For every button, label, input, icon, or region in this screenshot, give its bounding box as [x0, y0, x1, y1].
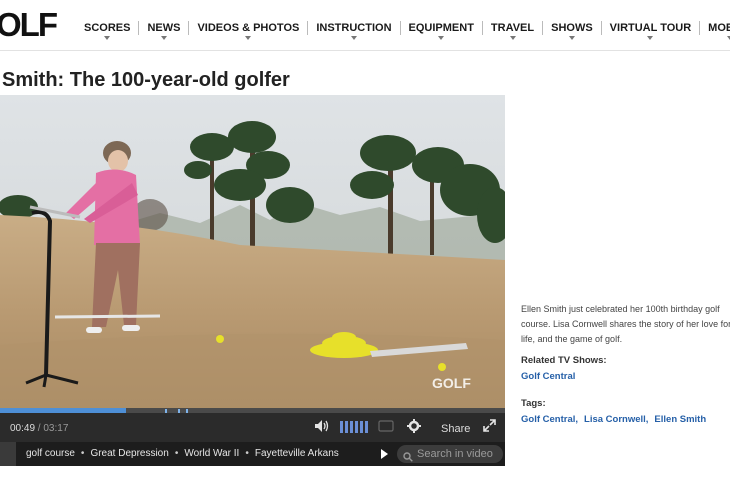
tag-link[interactable]: golf course — [26, 448, 75, 459]
progress-bar[interactable] — [0, 408, 505, 413]
caret-down-icon — [438, 36, 445, 40]
nav-shows[interactable]: SHOWS — [543, 22, 601, 40]
tag-list: golf course • Great Depression • World War I… — [26, 448, 366, 459]
page-title: Smith: The 100-year-old golfer — [2, 69, 290, 91]
video-search-area — [375, 442, 505, 466]
tag-link[interactable]: Ellen Smith — [654, 414, 706, 425]
share-button[interactable]: Share — [441, 423, 470, 435]
nav-videos-photos[interactable]: VIDEOS & PHOTOS — [189, 22, 307, 40]
caret-down-icon — [726, 36, 730, 40]
related-tv-shows-heading: Related TV Shows: — [521, 355, 607, 366]
nav-mobile[interactable]: MOBILE — [700, 22, 730, 40]
golf-logo[interactable]: OLF — [0, 6, 58, 44]
video-search-box — [397, 445, 503, 463]
nav-instruction[interactable]: INSTRUCTION — [308, 22, 399, 40]
nav-news[interactable]: NEWS — [139, 22, 188, 40]
video-controls: 00:49 / 03:17 Share — [0, 408, 505, 442]
nav-scores[interactable]: SCORES — [76, 22, 138, 40]
tags-heading: Tags: — [521, 398, 546, 409]
tag-link[interactable]: Golf Central, — [521, 414, 578, 425]
chapter-marker[interactable] — [165, 409, 167, 413]
related-show-link[interactable]: Golf Central — [521, 371, 575, 382]
video-player[interactable]: GOLF — [0, 95, 505, 408]
total-time: 03:17 — [43, 423, 69, 434]
video-tag-strip: golf course • Great Depression • World War I… — [0, 442, 505, 466]
nav-label: TRAVEL — [490, 22, 535, 34]
caret-down-icon — [104, 36, 111, 40]
bullet-icon: • — [80, 448, 85, 459]
caret-down-icon — [245, 36, 252, 40]
nav-label: INSTRUCTION — [316, 22, 392, 34]
scroll-left-button[interactable] — [0, 442, 16, 466]
main-nav: SCORES NEWS VIDEOS & PHOTOS INSTRUCTION … — [76, 18, 730, 40]
search-icon — [403, 449, 413, 467]
nav-label: MOBILE — [708, 22, 730, 34]
fullscreen-icon[interactable] — [483, 419, 496, 437]
bullet-icon: • — [245, 448, 249, 459]
nav-label: VIDEOS & PHOTOS — [197, 22, 300, 34]
video-search-input[interactable] — [417, 446, 501, 462]
caret-down-icon — [568, 36, 575, 40]
nav-label: SHOWS — [551, 22, 593, 34]
sidebar-tags: Golf Central, Lisa Cornwell, Ellen Smith — [521, 409, 730, 427]
nav-label: VIRTUAL TOUR — [609, 22, 692, 34]
site-header: OLF SCORES NEWS VIDEOS & PHOTOS INSTRUCT… — [0, 0, 730, 51]
nav-label: EQUIPMENT — [408, 22, 474, 34]
volume-icon[interactable] — [314, 419, 330, 438]
nav-travel[interactable]: TRAVEL — [483, 22, 542, 40]
chapter-marker[interactable] — [186, 409, 188, 413]
chapter-marker[interactable] — [178, 409, 180, 413]
captions-icon[interactable] — [378, 419, 394, 437]
tag-link[interactable]: World War II — [184, 448, 239, 459]
tag-link[interactable]: Lisa Cornwell, — [584, 414, 648, 425]
gear-icon[interactable] — [407, 419, 421, 438]
progress-fill — [0, 408, 126, 413]
caret-down-icon — [647, 36, 654, 40]
nav-virtual-tour[interactable]: VIRTUAL TOUR — [602, 22, 700, 40]
volume-slider[interactable] — [340, 421, 368, 433]
caret-down-icon — [350, 36, 357, 40]
bullet-icon: • — [174, 448, 179, 459]
current-time: 00:49 — [10, 423, 36, 434]
time-display: 00:49 / 03:17 — [10, 423, 68, 434]
caret-down-icon — [160, 36, 167, 40]
video-info-sidebar: Ellen Smith just celebrated her 100th bi… — [521, 302, 730, 427]
play-arrow-icon[interactable] — [381, 449, 388, 459]
video-frame: GOLF — [0, 95, 505, 408]
tag-link[interactable]: Fayetteville Arkans — [255, 448, 339, 459]
nbc-golf-watermark: GOLF — [432, 375, 471, 391]
nav-label: SCORES — [84, 22, 131, 34]
nav-equipment[interactable]: EQUIPMENT — [401, 22, 482, 40]
tag-link[interactable]: Great Depression — [90, 448, 168, 459]
nav-label: NEWS — [147, 22, 181, 34]
video-description: Ellen Smith just celebrated her 100th bi… — [521, 304, 730, 344]
caret-down-icon — [509, 36, 516, 40]
